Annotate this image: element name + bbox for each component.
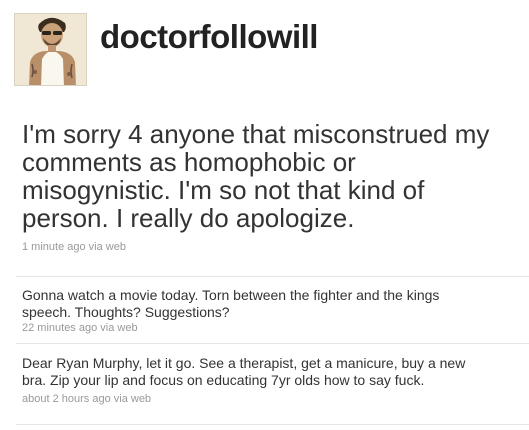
profile-username[interactable]: doctorfollowill: [100, 17, 318, 57]
profile-header: doctorfollowill: [14, 11, 514, 87]
timeline-item-source-link[interactable]: web: [131, 393, 151, 405]
timeline-divider: [16, 343, 529, 344]
latest-status: I'm sorry 4 anyone that misconstrued my …: [22, 120, 492, 254]
timeline-item: Gonna watch a movie today. Torn between …: [22, 287, 492, 335]
timeline-item-meta: about 2 hours ago via web: [22, 392, 492, 406]
timeline-item-timestamp-link[interactable]: 22 minutes ago: [22, 322, 97, 334]
timeline-divider: [16, 276, 529, 277]
timeline-item-text: Dear Ryan Murphy, let it go. See a thera…: [22, 355, 466, 388]
profile-photo-icon: [15, 14, 86, 85]
timeline-item-text: Gonna watch a movie today. Torn between …: [22, 287, 440, 320]
avatar[interactable]: [14, 13, 87, 86]
timeline-item-timestamp-link[interactable]: about 2 hours ago: [22, 393, 111, 405]
latest-status-text: I'm sorry 4 anyone that misconstrued my …: [22, 119, 490, 233]
timeline-item-via-label: via: [113, 393, 128, 405]
timeline-item-meta: 22 minutes ago via web: [22, 321, 492, 335]
latest-status-timestamp-link[interactable]: 1 minute ago: [22, 241, 86, 253]
timeline-divider: [16, 424, 529, 425]
timeline-item-via-label: via: [100, 322, 115, 334]
timeline-item: Dear Ryan Murphy, let it go. See a thera…: [22, 355, 492, 406]
latest-status-via-label: via: [88, 241, 103, 253]
latest-status-meta: 1 minute ago via web: [22, 240, 492, 254]
latest-status-source-link[interactable]: web: [106, 241, 126, 253]
timeline-item-source-link[interactable]: web: [117, 322, 137, 334]
